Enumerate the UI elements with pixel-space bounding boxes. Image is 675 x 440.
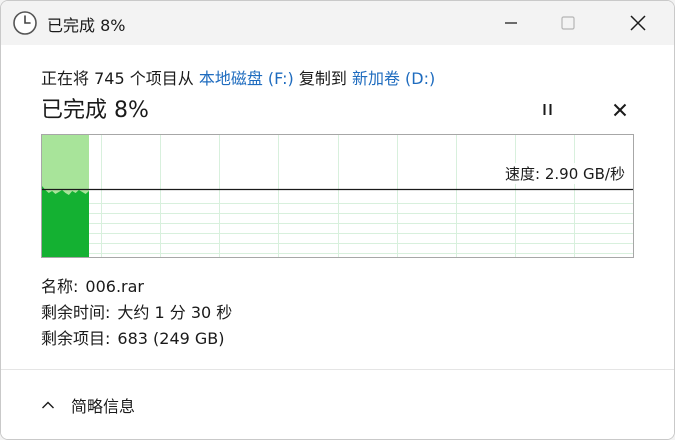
- speed-fill: [42, 186, 89, 257]
- destination-link[interactable]: 新加卷 (D:): [352, 69, 435, 88]
- detail-name-row: 名称: 006.rar: [41, 274, 232, 300]
- copy-description: 正在将 745 个项目从 本地磁盘 (F:) 复制到 新加卷 (D:): [41, 65, 435, 89]
- copy-progress-window: 已完成 8% 正在将 745 个项目从 本地磁盘 (F:) 复制到 新加卷 (D…: [0, 0, 675, 440]
- speed-graph: 速度: 2.90 GB/秒: [41, 134, 634, 258]
- detail-name-label: 名称:: [41, 277, 79, 296]
- detail-items-value: 683 (249 GB): [117, 329, 225, 348]
- copy-prefix-text: 正在将 745 个项目从: [41, 69, 199, 88]
- fewer-details-toggle[interactable]: 简略信息: [41, 392, 135, 418]
- pause-icon: [543, 104, 552, 115]
- maximize-icon: [561, 16, 575, 30]
- speed-readout: 速度: 2.90 GB/秒: [503, 163, 627, 184]
- cancel-icon: [613, 103, 627, 117]
- chevron-up-icon: [42, 401, 54, 409]
- speed-graph-canvas: [42, 135, 633, 257]
- detail-items-label: 剩余项目:: [41, 329, 111, 348]
- progress-status: 已完成 8%: [41, 98, 149, 123]
- close-icon: [630, 15, 646, 31]
- source-link[interactable]: 本地磁盘 (F:): [199, 69, 294, 88]
- cancel-button[interactable]: [608, 98, 632, 122]
- detail-time-value: 大约 1 分 30 秒: [117, 303, 233, 322]
- minimize-button[interactable]: [488, 1, 534, 45]
- fewer-details-label: 简略信息: [71, 397, 136, 416]
- detail-time-label: 剩余时间:: [41, 303, 111, 322]
- close-button[interactable]: [615, 1, 661, 45]
- detail-name-value: 006.rar: [85, 277, 144, 296]
- detail-time-row: 剩余时间: 大约 1 分 30 秒: [41, 300, 232, 326]
- window-title: 已完成 8%: [47, 16, 126, 35]
- title-bar[interactable]: 已完成 8%: [1, 1, 674, 45]
- clock-icon: [12, 10, 38, 36]
- minimize-icon: [505, 22, 517, 24]
- pause-button[interactable]: [536, 98, 560, 122]
- copy-middle-text: 复制到: [293, 69, 352, 88]
- footer: 简略信息: [1, 370, 674, 439]
- maximize-button: [545, 1, 591, 45]
- details-list: 名称: 006.rar 剩余时间: 大约 1 分 30 秒 剩余项目: 683 (24…: [41, 274, 232, 352]
- detail-items-row: 剩余项目: 683 (249 GB): [41, 326, 232, 352]
